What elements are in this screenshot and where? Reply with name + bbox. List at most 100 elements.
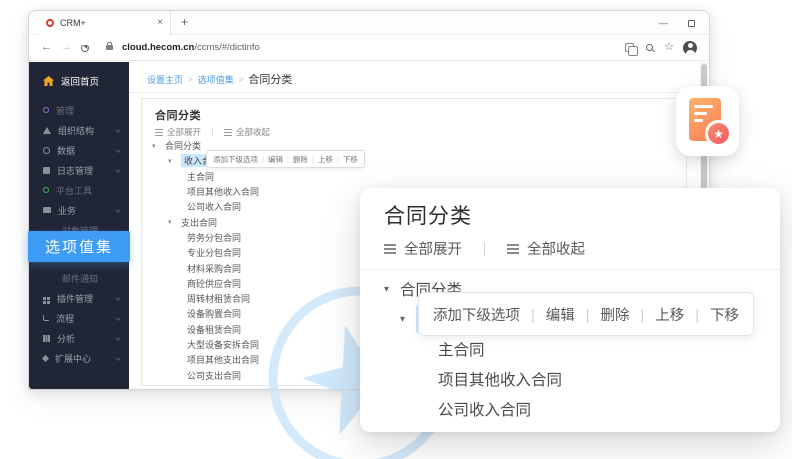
tree-toolbar: 全部展开 全部收起 — [155, 126, 270, 138]
tree-node[interactable]: 公司支出合同 — [187, 369, 241, 382]
context-menu-item[interactable]: 添加下级选项 — [213, 154, 258, 165]
tree-node[interactable]: 劳务分包合同 — [187, 231, 241, 244]
tab-title: CRM+ — [60, 18, 151, 28]
screenshot-canvas: CRM+ × + — ← → cloud.hecom.cn/ccms/#/dic… — [0, 0, 792, 459]
context-menu-item[interactable]: 添加下级选项 — [433, 304, 520, 325]
sidebar-item-label: 组织结构 — [58, 124, 94, 137]
chevron-down-icon — [115, 355, 121, 361]
chevron-down-icon — [115, 315, 121, 321]
context-menu-item[interactable]: 上移 — [308, 154, 333, 165]
sidebar-item-plugin-manage[interactable]: 插件管理 — [29, 288, 129, 308]
manage-dot-icon — [43, 107, 49, 113]
crm-favicon-icon — [46, 19, 54, 27]
new-tab-icon[interactable]: + — [181, 15, 188, 29]
tree-node[interactable]: 公司收入合同 — [187, 200, 241, 213]
tree-node[interactable]: 项目其他收入合同 — [438, 368, 562, 390]
context-menu-item[interactable]: 上移 — [630, 304, 685, 325]
zoom-overlay-card: 合同分类 全部展开 全部收起 ▾ 合同分类 ▾ 收入合同 — [360, 188, 780, 432]
context-menu-item[interactable]: 下移 — [333, 154, 358, 165]
breadcrumb-home[interactable]: 设置主页 — [147, 73, 183, 86]
context-menu-item[interactable]: 编辑 — [258, 154, 283, 165]
translate-icon[interactable] — [625, 43, 634, 52]
zoom-icon[interactable] — [646, 44, 653, 51]
divider — [129, 92, 709, 93]
sidebar-item-platform-tools[interactable]: 平台工具 — [29, 180, 129, 200]
collapse-all-button[interactable]: 全部收起 — [527, 238, 585, 259]
breadcrumb-separator: > — [239, 75, 244, 84]
sidebar-item-label: 业务 — [58, 204, 76, 217]
sidebar-item-label: 日志管理 — [57, 164, 93, 177]
tree-node[interactable]: 主合同 — [438, 338, 485, 360]
bookmark-star-icon[interactable]: ☆ — [664, 42, 674, 53]
profile-avatar[interactable] — [683, 41, 697, 55]
context-menu: 添加下级选项 编辑 删除 上移 下移 — [206, 150, 365, 168]
expand-all-button[interactable]: 全部展开 — [404, 238, 462, 259]
tree-node[interactable]: 大型设备安拆合同 — [187, 338, 259, 351]
sidebar-item-label: 分析 — [57, 332, 75, 345]
context-menu-item[interactable]: 删除 — [575, 304, 630, 325]
context-menu-item[interactable]: 编辑 — [520, 304, 575, 325]
page-title: 合同分类 — [155, 107, 201, 123]
close-tab-icon[interactable]: × — [157, 18, 163, 28]
caret-down-icon[interactable]: ▾ — [168, 218, 181, 226]
callout-option-set[interactable]: 选项值集 — [28, 231, 130, 262]
forward-icon[interactable]: → — [61, 42, 72, 53]
sidebar-item-mail-notice[interactable]: 邮件通知 — [29, 268, 129, 288]
sidebar-item-label: 流程 — [56, 312, 74, 325]
minimize-icon[interactable]: — — [659, 19, 668, 28]
sidebar-item-business[interactable]: 业务 — [29, 200, 129, 220]
sidebar-item-process[interactable]: 流程 — [29, 308, 129, 328]
browser-tab[interactable]: CRM+ × — [39, 11, 171, 35]
caret-down-icon[interactable]: ▾ — [384, 284, 400, 295]
process-flow-icon — [43, 315, 49, 321]
context-menu-item[interactable]: 下移 — [684, 304, 739, 325]
url-path: /ccms/#/dictinfo — [194, 42, 259, 53]
tree-row: 公司收入合同 — [360, 394, 780, 424]
collapse-all-button[interactable]: 全部收起 — [236, 126, 270, 138]
breadcrumb: 设置主页 > 选项值集 > 合同分类 — [147, 71, 292, 87]
tree-node[interactable]: 支出合同 — [181, 216, 217, 229]
tree-node[interactable]: 项目其他支出合同 — [187, 353, 259, 366]
sidebar-item-label: 插件管理 — [57, 292, 93, 305]
url-text[interactable]: cloud.hecom.cn/ccms/#/dictinfo — [122, 42, 260, 53]
tree-node[interactable]: 专业分包合同 — [187, 246, 241, 259]
sidebar-item-data[interactable]: 数据 — [29, 140, 129, 160]
collapse-all-icon — [507, 244, 519, 254]
refresh-icon[interactable] — [81, 44, 89, 52]
window-controls: — — [659, 11, 695, 35]
sidebar-item-manage[interactable]: 管理 — [29, 100, 129, 120]
sidebar-item-log-manage[interactable]: 日志管理 — [29, 160, 129, 180]
maximize-icon[interactable] — [688, 20, 695, 27]
analysis-chart-icon — [43, 335, 50, 342]
chevron-down-icon — [115, 127, 121, 133]
context-menu-item[interactable]: 删除 — [283, 154, 308, 165]
org-structure-icon — [43, 127, 51, 134]
sidebar-item-extension-center[interactable]: 扩展中心 — [29, 348, 129, 368]
expand-all-button[interactable]: 全部展开 — [167, 126, 201, 138]
app-sidebar: 返回首页 管理 组织结构 — [29, 62, 129, 389]
overlay-title: 合同分类 — [384, 200, 472, 230]
sidebar-item-analysis[interactable]: 分析 — [29, 328, 129, 348]
sidebar-item-label: 邮件通知 — [62, 272, 98, 285]
tab-strip: CRM+ × + — — [29, 11, 709, 35]
data-clock-icon — [43, 147, 50, 154]
breadcrumb-current: 合同分类 — [248, 71, 292, 87]
tree-node[interactable]: 合同分类 — [165, 139, 201, 152]
caret-down-icon[interactable]: ▾ — [152, 142, 165, 150]
tree-node[interactable]: 周转材租赁合同 — [187, 292, 250, 305]
tree-node[interactable]: 项目其他收入合同 — [187, 185, 259, 198]
divider — [360, 269, 780, 270]
tree-node[interactable]: 公司收入合同 — [438, 398, 531, 420]
tree-node[interactable]: 设备购置合同 — [187, 307, 241, 320]
sidebar-back-home[interactable]: 返回首页 — [29, 68, 129, 94]
tree-node[interactable]: 主合同 — [187, 170, 214, 183]
tree-node[interactable]: 商砼供应合同 — [187, 277, 241, 290]
sidebar-item-label: 数据 — [57, 144, 75, 157]
caret-down-icon[interactable]: ▾ — [168, 157, 181, 165]
tree-node[interactable]: 材料采购合同 — [187, 262, 241, 275]
back-icon[interactable]: ← — [41, 42, 52, 53]
sidebar-item-org-structure[interactable]: 组织结构 — [29, 120, 129, 140]
breadcrumb-option-set[interactable]: 选项值集 — [198, 73, 234, 86]
tree-node[interactable]: 设备租赁合同 — [187, 323, 241, 336]
caret-down-icon[interactable]: ▾ — [400, 314, 416, 325]
